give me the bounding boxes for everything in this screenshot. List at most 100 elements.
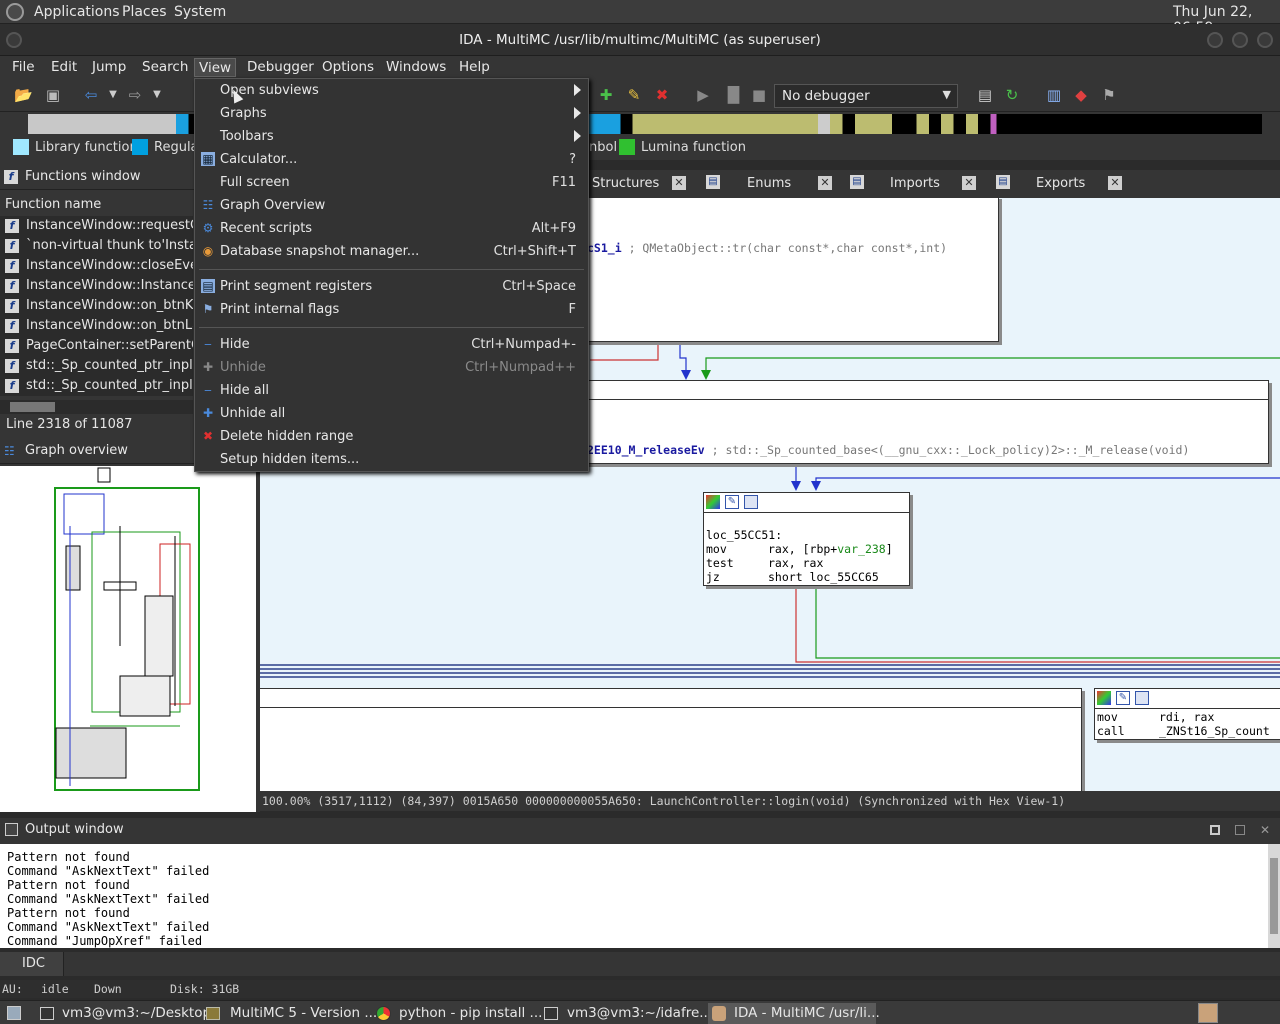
functions-hscrollbar[interactable] — [0, 400, 193, 414]
refresh-icon[interactable]: ↻ — [1003, 86, 1021, 104]
tab-exports[interactable]: ▤ Exports ✕ — [994, 172, 1132, 196]
function-row[interactable]: f InstanceWindow::requestClo — [0, 216, 193, 236]
menu-search[interactable]: Search — [138, 58, 192, 77]
close-icon[interactable]: ✕ — [672, 176, 686, 190]
graph-node-3[interactable]: ✎ loc_55CC51: mov rax, [rbp+var_238] test… — [703, 492, 910, 586]
maximize-button[interactable] — [1232, 32, 1248, 48]
task-terminal-idafree[interactable]: vm3@vm3:~/idafre... — [542, 1003, 712, 1024]
menu-item-graphs[interactable]: Graphs — [195, 103, 588, 125]
menu-item-calculator[interactable]: ▦ Calculator... ? — [195, 149, 588, 171]
navigation-band[interactable] — [0, 112, 1280, 136]
menu-view[interactable]: View — [194, 58, 237, 77]
graph-node-1[interactable]: cS1_i ; QMetaObject::tr(char const*,char… — [580, 198, 999, 342]
function-name-column-header[interactable]: Function name — [0, 194, 193, 216]
close-pane-icon[interactable]: ✕ — [1260, 823, 1270, 837]
open-folder-icon[interactable]: 📂 — [14, 86, 33, 104]
menu-item-setup-hidden-items[interactable]: Setup hidden items... — [195, 449, 588, 471]
float-pane-icon[interactable] — [1235, 825, 1245, 835]
function-row[interactable]: f InstanceWindow::closeEvent — [0, 256, 193, 276]
task-multimc[interactable]: MultiMC 5 - Version ... — [204, 1003, 377, 1024]
window-titlebar[interactable]: IDA - MultiMC /usr/lib/multimc/MultiMC (… — [0, 24, 1280, 56]
close-icon[interactable]: ✕ — [962, 176, 976, 190]
scrollbar-thumb[interactable] — [1270, 858, 1278, 934]
back-arrow-icon[interactable]: ⇦ — [82, 86, 100, 104]
menu-debugger[interactable]: Debugger — [243, 58, 318, 77]
flags-icon[interactable]: ⚑ — [1100, 86, 1118, 104]
idc-button[interactable]: IDC — [0, 952, 64, 976]
menu-file[interactable]: File — [8, 58, 39, 77]
back-dropdown-icon[interactable]: ▼ — [104, 86, 122, 104]
command-input[interactable] — [66, 952, 1280, 976]
menu-item-print-segment-registers[interactable]: ▤ Print segment registers Ctrl+Space — [195, 276, 588, 298]
function-row[interactable]: f PageContainer::setParentCor — [0, 336, 193, 356]
menu-item-unhide-all[interactable]: ✚ Unhide all — [195, 403, 588, 425]
close-icon[interactable]: ✕ — [1108, 176, 1122, 190]
graph-node-5[interactable]: ✎ mov rdi, rax call _ZNSt16_Sp_count — [1094, 688, 1280, 740]
function-row[interactable]: f InstanceWindow::on_btnLaur — [0, 316, 193, 336]
task-ida[interactable]: IDA - MultiMC /usr/li... — [708, 1003, 880, 1024]
close-button[interactable] — [1257, 32, 1273, 48]
tab-enums[interactable]: ▤ Enums ✕ — [702, 172, 840, 196]
system-menu[interactable]: System — [174, 4, 226, 20]
graph-overview-canvas[interactable] — [0, 466, 256, 812]
edit-breakpoint-icon[interactable]: ✎ — [625, 86, 643, 104]
color-node-icon[interactable] — [1097, 691, 1111, 705]
debugger-select[interactable]: No debugger ▼ — [774, 84, 958, 108]
play-icon[interactable]: ▶ — [694, 86, 712, 104]
add-breakpoint-icon[interactable]: ✚ — [597, 86, 615, 104]
places-menu[interactable]: Places — [122, 4, 167, 20]
menu-item-unhide[interactable]: ✚ Unhide Ctrl+Numpad++ — [195, 357, 588, 379]
stop-icon[interactable]: ■ — [750, 86, 768, 104]
menu-edit[interactable]: Edit — [47, 58, 81, 77]
color-node-icon[interactable] — [706, 495, 720, 509]
function-row[interactable]: f `non-virtual thunk to'Instanc — [0, 236, 193, 256]
minimize-button[interactable] — [1207, 32, 1223, 48]
tray-avatar-icon[interactable] — [1198, 1003, 1218, 1023]
function-row[interactable]: f std::_Sp_counted_ptr_inplace — [0, 356, 193, 376]
output-window-text[interactable]: Pattern not found Command "AskNextText" … — [0, 844, 1268, 948]
menu-item-print-internal-flags[interactable]: ⚑ Print internal flags F — [195, 299, 588, 321]
menu-item-toolbars[interactable]: Toolbars — [195, 126, 588, 148]
function-row[interactable]: f InstanceWindow::on_btnKillM — [0, 296, 193, 316]
tab-imports[interactable]: ▤ Imports ✕ — [848, 172, 986, 196]
menu-item-database-snapshot-manager[interactable]: ◉ Database snapshot manager... Ctrl+Shif… — [195, 241, 588, 263]
menu-item-recent-scripts[interactable]: ⚙ Recent scripts Alt+F9 — [195, 218, 588, 240]
menu-help[interactable]: Help — [455, 58, 494, 77]
menu-item-hide[interactable]: ‒ Hide Ctrl+Numpad+- — [195, 334, 588, 356]
distro-logo-icon[interactable] — [6, 3, 24, 21]
scrollbar-thumb[interactable] — [10, 402, 55, 412]
colors-icon[interactable]: ◆ — [1072, 86, 1090, 104]
menu-jump[interactable]: Jump — [88, 58, 130, 77]
group-node-icon[interactable] — [1135, 691, 1149, 705]
restore-pane-icon[interactable] — [1210, 825, 1220, 835]
menu-item-graph-overview[interactable]: ☷ Graph Overview — [195, 195, 588, 217]
group-node-icon[interactable] — [744, 495, 758, 509]
menu-item-full-screen[interactable]: Full screen F11 — [195, 172, 588, 194]
tab-structures[interactable]: Structures ✕ — [590, 172, 690, 196]
output-vscrollbar[interactable] — [1268, 844, 1280, 948]
graph-node-2[interactable]: 2EE10_M_releaseEv ; std::_Sp_counted_bas… — [580, 380, 1269, 464]
delete-breakpoint-icon[interactable]: ✖ — [653, 86, 671, 104]
menu-item-open-subviews[interactable]: Open subviews — [195, 80, 588, 104]
function-row[interactable]: f std::_Sp_counted_ptr_inplace — [0, 376, 193, 396]
functions-list[interactable]: f InstanceWindow::requestClo f `non-virtua… — [0, 216, 193, 396]
applications-menu[interactable]: Applications — [34, 4, 120, 20]
rename-node-icon[interactable]: ✎ — [725, 495, 739, 509]
segments-icon[interactable]: ▥ — [1045, 86, 1063, 104]
task-terminal-desktop[interactable]: vm3@vm3:~/Desktop — [38, 1003, 211, 1024]
menu-item-hide-all[interactable]: ‒ Hide all — [195, 380, 588, 402]
attach-process-icon[interactable]: ▤ — [976, 86, 994, 104]
rename-node-icon[interactable]: ✎ — [1116, 691, 1130, 705]
show-desktop-icon[interactable] — [7, 1006, 21, 1020]
save-icon[interactable]: ▣ — [44, 86, 62, 104]
menu-options[interactable]: Options — [318, 58, 378, 77]
forward-dropdown-icon[interactable]: ▼ — [148, 86, 166, 104]
graph-node-4[interactable] — [260, 688, 1082, 791]
close-icon[interactable]: ✕ — [818, 176, 832, 190]
pause-icon[interactable]: ▐▌ — [722, 86, 745, 104]
menu-item-delete-hidden-range[interactable]: ✖ Delete hidden range — [195, 426, 588, 448]
forward-arrow-icon[interactable]: ⇨ — [126, 86, 144, 104]
function-row[interactable]: f InstanceWindow::InstanceWi — [0, 276, 193, 296]
task-chrome[interactable]: python - pip install ... — [374, 1003, 542, 1024]
menu-windows[interactable]: Windows — [382, 58, 450, 77]
